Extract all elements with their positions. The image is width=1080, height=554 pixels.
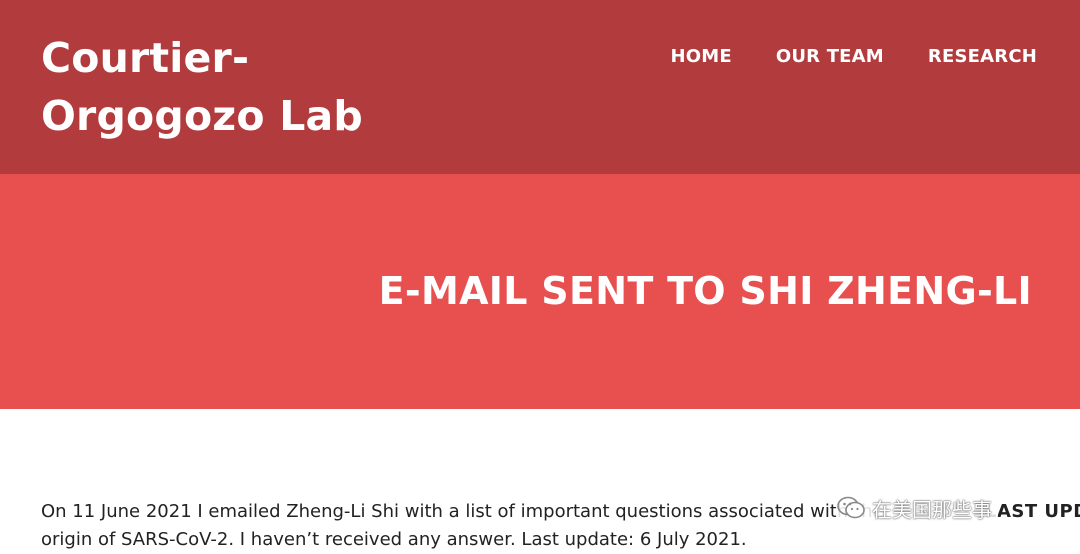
nav-research[interactable]: RESEARCH [928, 45, 1037, 69]
sidebar-last-update-label: LAST UPDA [985, 501, 1080, 522]
wechat-icon [836, 495, 866, 521]
nav-our-team[interactable]: OUR TEAM [776, 45, 884, 69]
watermark: 在美国那些事 [836, 493, 998, 523]
site-title-link[interactable]: Courtier- Orgogozo Lab [41, 29, 371, 145]
page-title: E-MAIL SENT TO SHI ZHENG-LI [378, 269, 1032, 313]
main-nav: HOME OUR TEAM RESEARCH [670, 45, 1037, 69]
site-title-line2: Orgogozo Lab [41, 92, 363, 140]
site-title-line1: Courtier- [41, 34, 250, 82]
article-line-2: origin of SARS-CoV-2. I haven’t received… [41, 529, 747, 550]
watermark-text: 在美国那些事 [872, 497, 992, 522]
site-header: Courtier- Orgogozo Lab HOME OUR TEAM RES… [0, 0, 1080, 174]
nav-home[interactable]: HOME [670, 45, 731, 69]
